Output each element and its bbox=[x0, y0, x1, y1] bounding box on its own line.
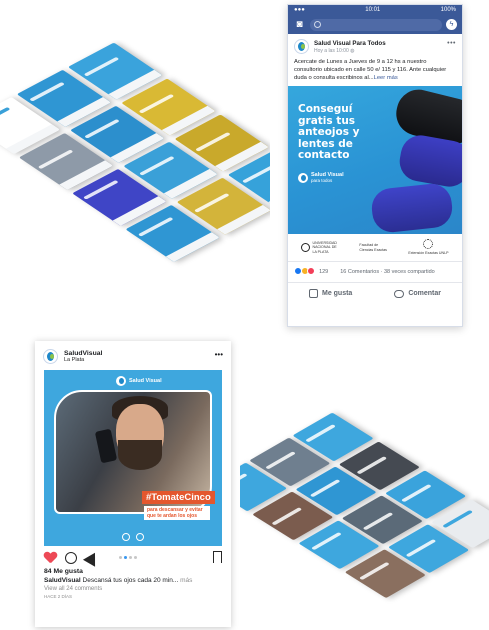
more-options-icon[interactable]: ••• bbox=[215, 350, 223, 359]
messenger-icon[interactable]: ϟ bbox=[446, 19, 457, 30]
institution-logo-exactas: Facultad de Ciencias Exactas bbox=[359, 243, 387, 252]
ig-post-image[interactable]: Salud Visual #TomateCinco para descansar… bbox=[44, 370, 222, 546]
caption-username[interactable]: SaludVisual bbox=[44, 577, 81, 584]
facebook-top-bar: ◙ ϟ bbox=[288, 15, 462, 34]
ig-caption: SaludVisual Descansá tus ojos cada 20 mi… bbox=[35, 575, 231, 584]
love-reaction-icon bbox=[307, 267, 316, 275]
search-input[interactable] bbox=[310, 18, 442, 31]
status-bar: ●●● 10:01 100% bbox=[288, 5, 462, 15]
heart-icon[interactable] bbox=[44, 552, 57, 564]
bookmark-icon[interactable] bbox=[213, 551, 222, 563]
seal-icon bbox=[122, 533, 130, 541]
reaction-count: 129 bbox=[319, 269, 329, 275]
person-beard bbox=[118, 440, 162, 470]
institution-logo-unlp: UNIVERSIDAD NACIONAL DE LA PLATA bbox=[301, 241, 340, 254]
glasses-case-blue bbox=[396, 132, 462, 190]
image-headline: Conseguí gratis tus anteojos y lentes de… bbox=[298, 103, 360, 161]
starburst-icon bbox=[136, 533, 144, 541]
starburst-icon bbox=[423, 239, 434, 250]
ig-image-footer bbox=[44, 528, 222, 546]
thumbs-up-icon bbox=[308, 289, 318, 298]
brand-logo: Salud Visual para todos bbox=[298, 172, 344, 183]
carousel-dots bbox=[119, 556, 137, 559]
page-avatar[interactable] bbox=[294, 39, 309, 54]
eye-logo-icon bbox=[116, 376, 126, 386]
ig-action-bar bbox=[35, 546, 231, 567]
camera-icon[interactable]: ◙ bbox=[293, 19, 306, 30]
post-header: Salud Visual Para Todos Hoy a las 10:00 … bbox=[288, 34, 462, 56]
hashtag-banner: #TomateCinco bbox=[142, 491, 215, 504]
ig-account-name[interactable]: SaludVisual bbox=[64, 350, 102, 357]
caption-text: Descansá tus ojos cada 20 min... bbox=[82, 577, 179, 584]
mockup-collage-bottom bbox=[240, 400, 489, 625]
post-image[interactable]: Conseguí gratis tus anteojos y lentes de… bbox=[288, 86, 462, 234]
search-icon bbox=[314, 21, 321, 28]
ig-post-time: hace 2 días bbox=[44, 594, 73, 599]
like-button[interactable]: Me gusta bbox=[308, 289, 352, 298]
ig-location[interactable]: La Plata bbox=[64, 357, 102, 363]
page-name[interactable]: Salud Visual Para Todos bbox=[314, 40, 386, 47]
status-time: 10:01 bbox=[365, 7, 381, 13]
view-comments-link[interactable]: View all 24 comments bbox=[35, 584, 231, 592]
ig-avatar[interactable] bbox=[43, 349, 58, 364]
institution-logos: UNIVERSIDAD NACIONAL DE LA PLATA Faculta… bbox=[288, 234, 462, 262]
eye-logo-icon bbox=[298, 172, 308, 183]
carrier-signal: ●●● bbox=[294, 7, 305, 13]
isometric-grid-bottom bbox=[240, 411, 489, 610]
comment-bubble-icon bbox=[394, 289, 405, 298]
more-options-icon[interactable]: ••• bbox=[447, 40, 456, 47]
post-text: Acercate de Lunes a Jueves de 9 a 12 hs … bbox=[294, 59, 447, 81]
comments-shares-count[interactable]: 16 Comentarios · 38 veces compartido bbox=[340, 269, 434, 275]
caption-more-link[interactable]: más bbox=[180, 577, 192, 584]
institution-logo-extension: Extensión Exactas UNLP bbox=[408, 239, 449, 255]
phone-in-hand bbox=[94, 428, 118, 464]
instagram-post-mockup: SaludVisual La Plata ••• Salud Visual #T… bbox=[35, 341, 231, 627]
post-actions: Me gusta Comentar bbox=[288, 282, 462, 304]
hashtag-subtext: para descansar y evitar que te ardan los… bbox=[144, 506, 210, 520]
battery-level: 100% bbox=[440, 7, 456, 13]
ig-post-header: SaludVisual La Plata ••• bbox=[35, 341, 231, 370]
globe-icon: ◍ bbox=[350, 47, 355, 54]
seal-icon bbox=[301, 242, 311, 252]
post-time[interactable]: Hoy a las 10:00 ◍ bbox=[314, 48, 386, 54]
glasses-case-purple bbox=[369, 181, 455, 234]
reactions-row[interactable]: 129 16 Comentarios · 38 veces compartido bbox=[288, 262, 462, 282]
read-more-link[interactable]: Leer más bbox=[374, 75, 398, 81]
facebook-phone-mockup: ●●● 10:01 100% ◙ ϟ Salud Visual Para Tod… bbox=[287, 4, 463, 327]
comment-button[interactable]: Comentar bbox=[394, 289, 441, 298]
ig-like-count[interactable]: 84 Me gusta bbox=[35, 566, 231, 575]
mockup-collage-top bbox=[0, 40, 270, 280]
comment-icon[interactable] bbox=[65, 552, 77, 564]
send-icon[interactable] bbox=[82, 549, 102, 567]
isometric-grid-top bbox=[0, 40, 270, 263]
brand-logo: Salud Visual bbox=[116, 376, 162, 386]
